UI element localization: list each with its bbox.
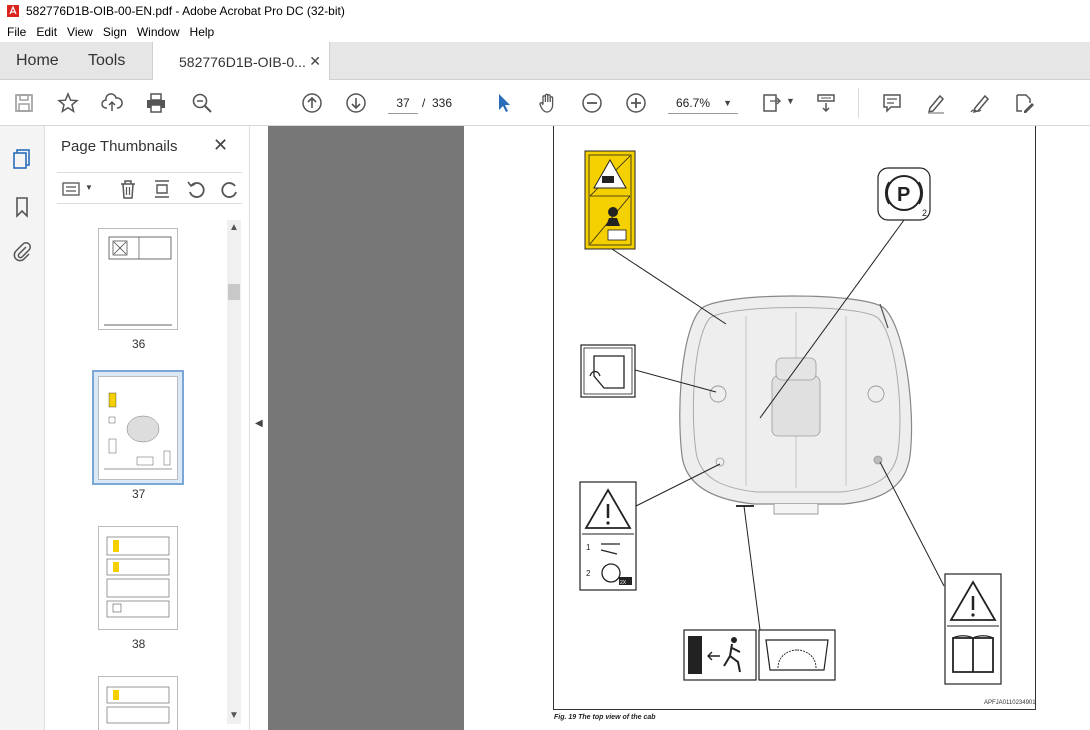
close-panel-icon[interactable]: ✕: [213, 135, 228, 156]
warning-decal-2x: 2X: [620, 580, 627, 586]
bookmark-star-icon[interactable]: [56, 91, 80, 115]
figure-caption: Fig. 19 The top view of the cab: [554, 714, 656, 721]
panel-title: Page Thumbnails: [61, 138, 178, 155]
figure-code: APFJA0110234901: [984, 700, 1036, 706]
zoom-in-icon[interactable]: [624, 91, 648, 115]
scroll-up-icon[interactable]: ▲: [229, 222, 239, 233]
warning-decal-label-2: 2: [586, 569, 591, 578]
warning-manual-decal-right: [944, 573, 1002, 685]
extract-pages-icon[interactable]: [151, 178, 173, 200]
sign-pen-icon[interactable]: [968, 91, 992, 115]
zoom-search-icon[interactable]: [190, 91, 214, 115]
comment-icon[interactable]: [880, 91, 904, 115]
parking-brake-letter: P: [897, 184, 910, 206]
toolbar-divider: [858, 88, 859, 118]
thumbnail-label-37: 37: [132, 487, 146, 501]
warning-decal-yellow: [584, 150, 636, 250]
acrobat-app-icon: [7, 5, 19, 17]
thumbnail-page-39[interactable]: [98, 676, 178, 730]
menu-view[interactable]: View: [62, 25, 98, 39]
thumbnail-38-preview: [106, 536, 170, 618]
page-separator: /: [422, 96, 426, 110]
menu-sign[interactable]: Sign: [98, 25, 132, 39]
fit-page-icon[interactable]: [760, 91, 784, 115]
thumbnail-label-36: 36: [132, 337, 146, 351]
tab-document[interactable]: 582776D1B-OIB-0... ✕: [152, 42, 330, 81]
menu-edit[interactable]: Edit: [31, 25, 62, 39]
scroll-mode-icon[interactable]: [814, 91, 838, 115]
door-decal: [580, 344, 636, 398]
panel-collapse-strip[interactable]: ◀: [250, 126, 268, 730]
cab-top-view-figure: P 2 1 2 2X: [579, 150, 1002, 685]
menu-help[interactable]: Help: [185, 25, 220, 39]
menu-window[interactable]: Window: [132, 25, 185, 39]
thumbnail-36-preview: [104, 236, 172, 326]
pdf-page: P 2 1 2 2X Fig. 19 The top view of the c…: [464, 126, 1090, 730]
thumbnail-page-37[interactable]: [98, 376, 178, 480]
thumbnail-37-preview: [104, 392, 172, 470]
emergency-exit-decal: [683, 629, 757, 681]
page-thumbnails-icon[interactable]: [11, 148, 33, 170]
options-chevron-down-icon[interactable]: ▼: [85, 183, 93, 192]
zoom-out-icon[interactable]: [580, 91, 604, 115]
delete-trash-icon[interactable]: [117, 178, 139, 200]
tab-document-label: 582776D1B-OIB-0...: [179, 53, 306, 70]
print-icon[interactable]: [144, 91, 168, 115]
scroll-down-icon[interactable]: ▼: [229, 710, 239, 721]
wiper-decal: [758, 629, 836, 681]
thumbnail-39-preview: [106, 686, 170, 724]
warning-decal-label-1: 1: [586, 543, 591, 552]
thumbnail-page-36[interactable]: [98, 228, 178, 330]
save-icon[interactable]: [12, 91, 36, 115]
highlight-pen-icon[interactable]: [924, 91, 948, 115]
title-bar: 582776D1B-OIB-00-EN.pdf - Adobe Acrobat …: [0, 0, 1090, 22]
menu-bar: File Edit View Sign Window Help: [0, 22, 1090, 42]
thumbnail-page-38[interactable]: [98, 526, 178, 630]
hand-tool-icon[interactable]: [536, 91, 560, 115]
tab-home[interactable]: Home: [16, 42, 59, 80]
cab-outline: [679, 295, 913, 515]
thumbnail-tools: ▼: [57, 172, 242, 204]
zoom-level-select[interactable]: 66.7% ▼: [668, 92, 738, 114]
collapse-left-icon[interactable]: ◀: [255, 418, 263, 429]
thumbnail-label-38: 38: [132, 637, 146, 651]
tab-bar: Home Tools 582776D1B-OIB-0... ✕: [0, 42, 1090, 81]
fit-page-chevron-down-icon[interactable]: ▼: [786, 96, 795, 106]
attachments-paperclip-icon[interactable]: [11, 240, 33, 262]
upload-cloud-icon[interactable]: [100, 91, 124, 115]
scrollbar-thumb[interactable]: [228, 284, 240, 300]
menu-file[interactable]: File: [2, 25, 31, 39]
chevron-down-icon: ▼: [723, 98, 732, 108]
document-view[interactable]: P 2 1 2 2X Fig. 19 The top view of the c…: [268, 126, 1090, 730]
tab-tools[interactable]: Tools: [88, 42, 125, 80]
page-number-input[interactable]: 37: [388, 92, 418, 114]
parking-brake-subscript: 2: [922, 208, 927, 218]
rotate-right-icon[interactable]: [219, 178, 241, 200]
left-navigation-rail: [0, 126, 45, 730]
next-page-icon[interactable]: [344, 91, 368, 115]
thumbnail-scrollbar[interactable]: ▲ ▼: [227, 220, 241, 724]
main-toolbar: 37 / 336 66.7% ▼ ▼: [0, 80, 1090, 126]
options-menu-icon[interactable]: [61, 178, 83, 200]
zoom-level-value: 66.7%: [676, 96, 711, 110]
total-pages: 336: [432, 96, 453, 110]
edit-pdf-icon[interactable]: [1012, 91, 1036, 115]
window-title: 582776D1B-OIB-00-EN.pdf - Adobe Acrobat …: [26, 4, 345, 18]
close-tab-icon[interactable]: ✕: [309, 53, 321, 70]
thumbnails-panel: Page Thumbnails ✕ ▼ 36 37 38 ▲ ▼: [45, 126, 250, 730]
select-cursor-icon[interactable]: [492, 91, 516, 115]
rotate-left-icon[interactable]: [185, 178, 207, 200]
bookmarks-icon[interactable]: [11, 196, 33, 218]
previous-page-icon[interactable]: [300, 91, 324, 115]
